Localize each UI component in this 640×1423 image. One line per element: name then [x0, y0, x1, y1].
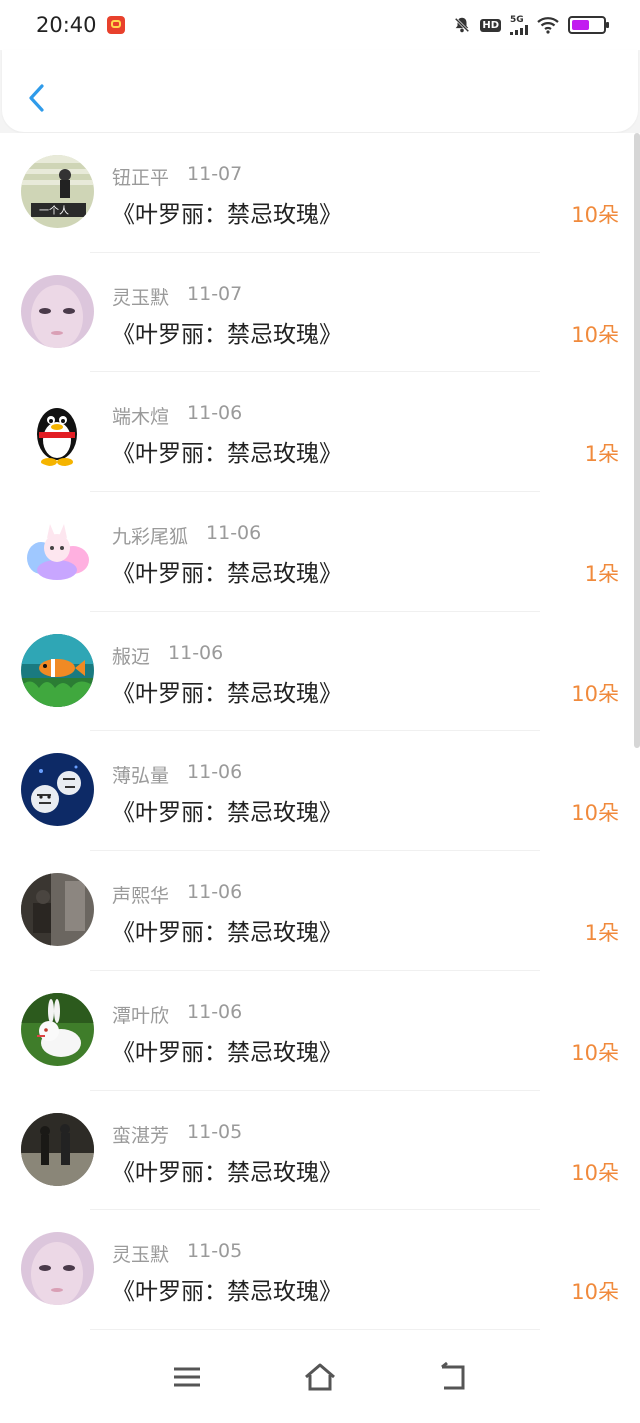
gift-amount: 10朵 — [571, 322, 619, 347]
gift-record-list: 一个人 钮正平 11-07 《叶罗丽：禁忌玫瑰》 10朵 灵玉默 11-07 《… — [0, 133, 640, 1330]
avatar-qq-penguin[interactable] — [21, 394, 94, 468]
list-item[interactable]: 薄弘量 11-06 《叶罗丽：禁忌玫瑰》 10朵 — [0, 731, 640, 852]
item-date: 11-07 — [187, 163, 243, 185]
menu-icon[interactable] — [170, 1360, 204, 1394]
user-name: 钮正平 — [112, 167, 170, 189]
back-icon[interactable] — [436, 1360, 470, 1394]
status-time-group: 20:40 — [36, 13, 125, 37]
list-item[interactable]: 蛮湛芳 11-05 《叶罗丽：禁忌玫瑰》 10朵 — [0, 1091, 640, 1211]
avatar-street-photo[interactable] — [21, 1112, 94, 1186]
gift-amount: 10朵 — [571, 1280, 619, 1305]
item-meta: 潭叶欣 11-06 — [112, 1001, 242, 1028]
status-bar: 20:40 HD 5G — [0, 0, 640, 50]
user-name: 九彩尾狐 — [112, 526, 189, 549]
item-meta: 九彩尾狐 11-06 — [112, 522, 261, 549]
book-title: 《叶罗丽：禁忌玫瑰》 — [112, 202, 342, 228]
list-item[interactable]: 一个人 钮正平 11-07 《叶罗丽：禁忌玫瑰》 10朵 — [0, 133, 640, 253]
avatar-dark-photo[interactable] — [21, 873, 94, 947]
item-meta: 蛮湛芳 11-05 — [112, 1121, 242, 1148]
item-date: 11-05 — [187, 1120, 243, 1143]
book-title: 《叶罗丽：禁忌玫瑰》 — [112, 441, 342, 468]
battery-icon — [568, 16, 609, 34]
battery-level — [572, 20, 589, 30]
book-title: 《叶罗丽：禁忌玫瑰》 — [112, 1039, 342, 1066]
user-name: 端木煊 — [112, 406, 170, 429]
item-date: 11-07 — [187, 282, 243, 305]
gift-amount: 10朵 — [571, 1040, 619, 1065]
gift-amount: 10朵 — [571, 1160, 619, 1185]
list-item[interactable]: 灵玉默 11-05 《叶罗丽：禁忌玫瑰》 10朵 — [0, 1210, 640, 1330]
item-meta: 钮正平 11-07 — [112, 163, 242, 190]
book-title: 《叶罗丽：禁忌玫瑰》 — [112, 1159, 342, 1186]
avatar-face-pink[interactable] — [21, 1232, 94, 1306]
item-date: 11-06 — [168, 641, 224, 664]
book-title: 《叶罗丽：禁忌玫瑰》 — [112, 920, 342, 947]
list-item[interactable]: 赧迈 11-06 《叶罗丽：禁忌玫瑰》 10朵 — [0, 612, 640, 732]
gift-amount: 1朵 — [584, 442, 619, 467]
item-date: 11-06 — [206, 522, 262, 545]
list-item[interactable]: 九彩尾狐 11-06 《叶罗丽：禁忌玫瑰》 1朵 — [0, 492, 640, 612]
wifi-icon — [537, 17, 559, 34]
system-nav-bar — [0, 1330, 640, 1423]
book-title: 《叶罗丽：禁忌玫瑰》 — [112, 1279, 342, 1306]
user-name: 灵玉默 — [112, 286, 170, 309]
avatar-rainbow-fox[interactable] — [21, 514, 94, 588]
user-name: 灵玉默 — [112, 1244, 170, 1267]
chevron-left-icon[interactable] — [24, 80, 52, 116]
header — [2, 50, 638, 132]
book-title: 《叶罗丽：禁忌玫瑰》 — [112, 800, 342, 827]
gift-amount: 10朵 — [571, 801, 619, 826]
book-title: 《叶罗丽：禁忌玫瑰》 — [112, 680, 342, 707]
status-time: 20:40 — [36, 13, 97, 37]
item-date: 11-06 — [187, 1000, 243, 1023]
avatar-face-pink[interactable] — [21, 274, 94, 348]
mute-bell-icon — [455, 17, 470, 33]
item-date: 11-06 — [187, 402, 243, 425]
item-meta: 灵玉默 11-07 — [112, 283, 242, 310]
scrollbar[interactable] — [634, 133, 640, 748]
gift-amount: 10朵 — [571, 203, 619, 227]
book-title: 《叶罗丽：禁忌玫瑰》 — [112, 561, 342, 588]
list-item[interactable]: 潭叶欣 11-06 《叶罗丽：禁忌玫瑰》 10朵 — [0, 971, 640, 1091]
user-name: 潭叶欣 — [112, 1004, 170, 1027]
item-meta: 赧迈 11-06 — [112, 642, 223, 669]
signal-bars — [510, 24, 528, 35]
gift-amount: 10朵 — [571, 681, 619, 706]
avatar-boy-photo[interactable]: 一个人 — [21, 155, 94, 228]
user-name: 赧迈 — [112, 645, 151, 668]
user-name: 薄弘量 — [112, 765, 170, 788]
list-item[interactable]: 声熙华 11-06 《叶罗丽：禁忌玫瑰》 1朵 — [0, 851, 640, 971]
cellular-signal-icon: 5G — [510, 14, 528, 35]
avatar-white-tigers[interactable] — [21, 753, 94, 827]
user-name: 声熙华 — [112, 885, 170, 908]
item-date: 11-06 — [187, 881, 243, 904]
app-notification-icon — [106, 16, 125, 34]
item-meta: 薄弘量 11-06 — [112, 761, 242, 788]
item-meta: 灵玉默 11-05 — [112, 1240, 242, 1267]
user-name: 蛮湛芳 — [112, 1124, 170, 1147]
item-date: 11-05 — [187, 1240, 243, 1263]
gift-amount: 1朵 — [584, 921, 619, 946]
book-title: 《叶罗丽：禁忌玫瑰》 — [112, 321, 342, 348]
item-meta: 端木煊 11-06 — [112, 402, 242, 429]
item-meta: 声熙华 11-06 — [112, 881, 242, 908]
svg-text:一个人: 一个人 — [39, 205, 69, 217]
avatar-white-rabbit[interactable] — [21, 992, 94, 1066]
gift-amount: 1朵 — [584, 562, 619, 587]
network-type: 5G — [510, 14, 524, 25]
list-item[interactable]: 端木煊 11-06 《叶罗丽：禁忌玫瑰》 1朵 — [0, 372, 640, 493]
list-item[interactable]: 灵玉默 11-07 《叶罗丽：禁忌玫瑰》 10朵 — [0, 253, 640, 373]
hd-icon: HD — [480, 18, 501, 32]
avatar-clownfish[interactable] — [21, 633, 94, 707]
item-date: 11-06 — [187, 761, 243, 784]
status-icons: HD 5G — [453, 14, 609, 35]
home-icon[interactable] — [303, 1360, 337, 1394]
